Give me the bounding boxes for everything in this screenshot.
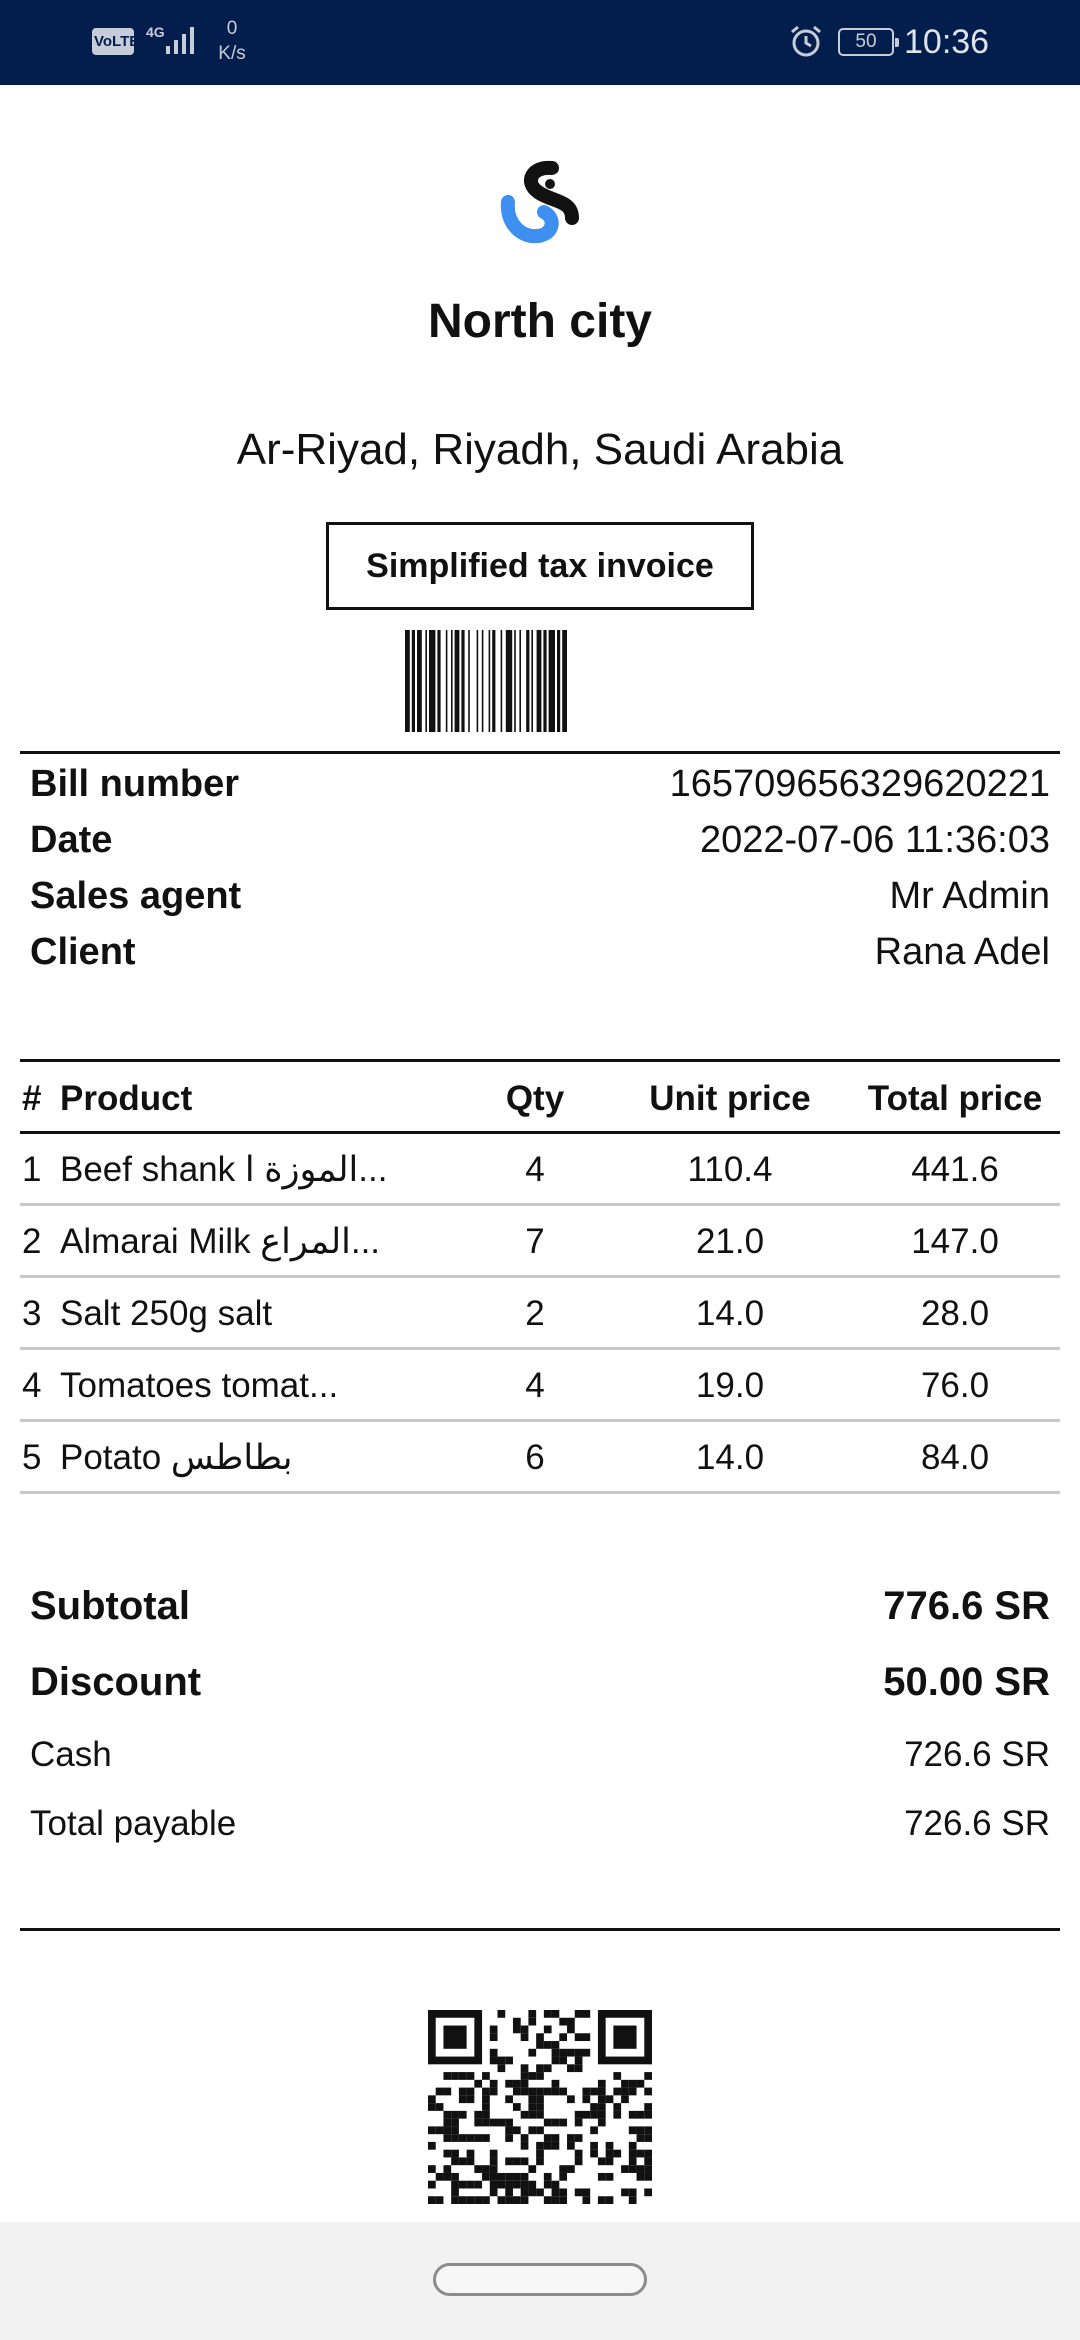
sales-agent-value: Mr Admin xyxy=(889,875,1050,917)
table-row: 4 Tomatoes tomat... 4 19.0 76.0 xyxy=(20,1350,1060,1422)
signal-icon xyxy=(166,27,194,54)
invoice-type-label: Simplified tax invoice xyxy=(326,522,754,610)
row-number: 3 xyxy=(22,1294,42,1333)
divider xyxy=(20,751,1060,754)
brand-logo-icon xyxy=(500,160,579,244)
cash-row: Cash 726.6 SR xyxy=(30,1729,1050,1781)
row-product: Beef shank الموزة ا... xyxy=(60,1150,388,1189)
row-total-price: 147.0 xyxy=(911,1222,999,1261)
volte-icon: VoLTE xyxy=(92,28,139,55)
bill-number-label: Bill number xyxy=(30,763,240,805)
row-qty: 2 xyxy=(525,1294,545,1333)
date-row: Date 2022-07-06 11:36:03 xyxy=(30,812,1050,868)
table-row: 5 Potato بطاطس 6 14.0 84.0 xyxy=(20,1422,1060,1494)
subtotal-value: 776.6 SR xyxy=(883,1584,1050,1628)
sales-agent-row: Sales agent Mr Admin xyxy=(30,868,1050,924)
network-speed-unit: K/s xyxy=(218,43,246,64)
col-header-total-price: Total price xyxy=(867,1079,1043,1118)
total-payable-value: 726.6 SR xyxy=(904,1804,1050,1843)
row-qty: 7 xyxy=(525,1222,545,1261)
discount-row: Discount 50.00 SR xyxy=(30,1652,1050,1712)
client-label: Client xyxy=(30,931,136,973)
discount-value: 50.00 SR xyxy=(883,1660,1050,1704)
alarm-icon xyxy=(791,25,821,57)
cash-value: 726.6 SR xyxy=(904,1735,1050,1774)
col-header-qty: Qty xyxy=(505,1079,565,1118)
row-unit-price: 110.4 xyxy=(687,1150,773,1189)
store-name: North city xyxy=(427,295,652,348)
row-qty: 4 xyxy=(525,1366,545,1405)
row-product: Tomatoes tomat... xyxy=(60,1366,339,1405)
date-label: Date xyxy=(30,819,113,861)
row-total-price: 84.0 xyxy=(920,1438,990,1477)
col-header-product: Product xyxy=(60,1079,193,1118)
row-number: 1 xyxy=(22,1150,42,1189)
subtotal-row: Subtotal 776.6 SR xyxy=(30,1576,1050,1636)
network-speed-value: 0 xyxy=(226,18,238,39)
table-row: 2 Almarai Milk المراع... 7 21.0 147.0 xyxy=(20,1206,1060,1278)
bill-number-row: Bill number 165709656329620221 xyxy=(30,756,1050,812)
row-number: 5 xyxy=(22,1438,42,1477)
home-gesture-handle[interactable] xyxy=(433,2263,647,2296)
col-header-unit-price: Unit price xyxy=(649,1079,811,1118)
row-product: Potato بطاطس xyxy=(60,1438,293,1477)
row-total-price: 441.6 xyxy=(911,1150,999,1189)
row-product: Almarai Milk المراع... xyxy=(60,1222,381,1261)
status-time: 10:36 xyxy=(904,23,990,61)
col-header-number: # xyxy=(22,1079,42,1118)
discount-label: Discount xyxy=(30,1660,202,1704)
cash-label: Cash xyxy=(30,1735,112,1774)
row-qty: 4 xyxy=(525,1150,545,1189)
divider xyxy=(20,1059,1060,1062)
subtotal-label: Subtotal xyxy=(30,1584,190,1628)
battery-icon: 50 xyxy=(838,28,899,56)
status-bar: VoLTE 4G 0 K/s 50 10:36 xyxy=(0,0,1080,85)
row-total-price: 76.0 xyxy=(920,1366,990,1405)
row-number: 2 xyxy=(22,1222,42,1261)
network-type-label: 4G xyxy=(146,24,165,40)
client-value: Rana Adel xyxy=(874,931,1050,973)
client-row: Client Rana Adel xyxy=(30,924,1050,980)
row-product: Salt 250g salt xyxy=(60,1294,273,1333)
total-payable-label: Total payable xyxy=(30,1804,237,1843)
row-number: 4 xyxy=(22,1366,42,1405)
row-qty: 6 xyxy=(525,1438,545,1477)
bill-number-value: 165709656329620221 xyxy=(669,763,1050,805)
table-row: 3 Salt 250g salt 2 14.0 28.0 xyxy=(20,1278,1060,1350)
qr-code xyxy=(428,2010,652,2204)
network-speed: 0 K/s xyxy=(212,16,252,66)
store-address: Ar-Riyad, Riyadh, Saudi Arabia xyxy=(236,425,844,474)
sales-agent-label: Sales agent xyxy=(30,875,242,917)
date-value: 2022-07-06 11:36:03 xyxy=(699,819,1050,861)
divider xyxy=(20,1928,1060,1931)
row-unit-price: 19.0 xyxy=(695,1366,765,1405)
navigation-bar xyxy=(0,2222,1080,2340)
row-unit-price: 14.0 xyxy=(695,1294,765,1333)
row-unit-price: 14.0 xyxy=(695,1438,765,1477)
total-payable-row: Total payable 726.6 SR xyxy=(30,1798,1050,1850)
row-total-price: 28.0 xyxy=(920,1294,990,1333)
barcode xyxy=(405,630,567,732)
row-unit-price: 21.0 xyxy=(695,1222,765,1261)
table-row: 1 Beef shank الموزة ا... 4 110.4 441.6 xyxy=(20,1134,1060,1206)
